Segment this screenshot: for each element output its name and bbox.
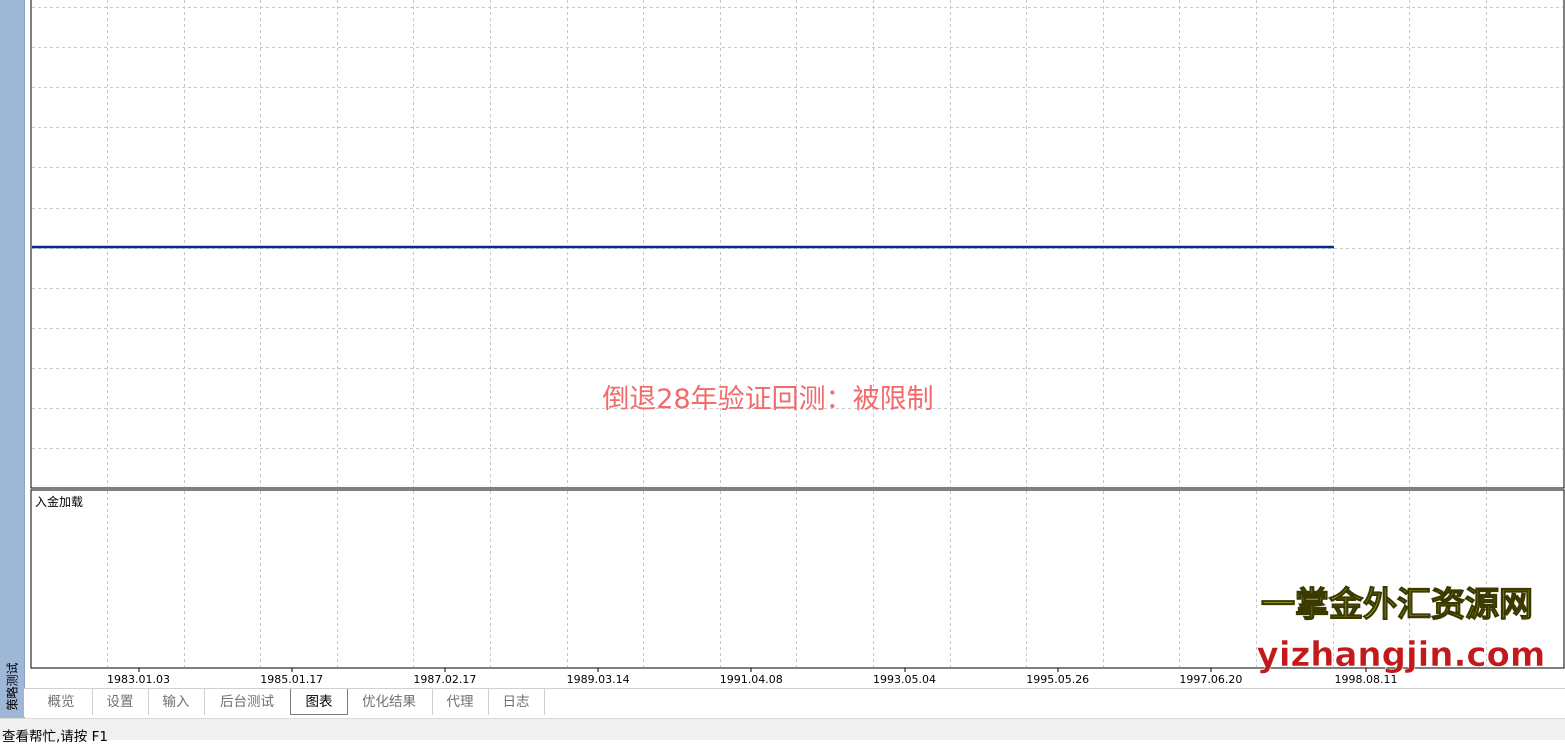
status-text: 查看帮忙,请按 F1 [2,729,108,745]
equity-chart: 倒退28年验证回测：被限制 入金加载 一掌金外汇资源网 yizhangjin.c… [30,0,1565,686]
x-tick-label: 1991.04.08 [720,673,783,686]
tab-2[interactable]: 输入 [148,689,205,715]
x-tick-label: 1989.03.14 [567,673,630,686]
x-tick-label: 1985.01.17 [260,673,323,686]
chart-grid [32,0,1563,667]
status-bar: 查看帮忙,请按 F1 [0,718,1565,745]
subpanel-label: 入金加载 [35,494,83,509]
tab-0[interactable]: 概览 [30,689,93,715]
tab-6[interactable]: 代理 [432,689,489,715]
tab-3[interactable]: 后台测试 [204,689,291,715]
watermark-url: yizhangjin.com [1257,635,1546,675]
chart-overlay-text: 倒退28年验证回测：被限制 [602,384,933,415]
x-tick-label: 1993.05.04 [873,673,936,686]
x-tick-label: 1997.06.20 [1179,673,1242,686]
x-tick-label: 1983.01.03 [107,673,170,686]
tab-4[interactable]: 图表 [290,689,348,715]
x-tick-label: 1987.02.17 [413,673,476,686]
tab-1[interactable]: 设置 [92,689,149,715]
x-tick-label: 1995.05.26 [1026,673,1089,686]
tester-tab-bar: 概览 设置 输入 后台测试 图表 优化结果 代理 日志 [24,688,1565,717]
x-tick-label: 1998.08.11 [1335,673,1398,686]
tab-7[interactable]: 日志 [488,689,545,715]
x-axis-ticks: 1983.01.03 1985.01.17 1987.02.17 1989.03.14… [107,668,1397,686]
tab-5[interactable]: 优化结果 [346,689,433,715]
watermark-cn: 一掌金外汇资源网 [1261,585,1533,625]
